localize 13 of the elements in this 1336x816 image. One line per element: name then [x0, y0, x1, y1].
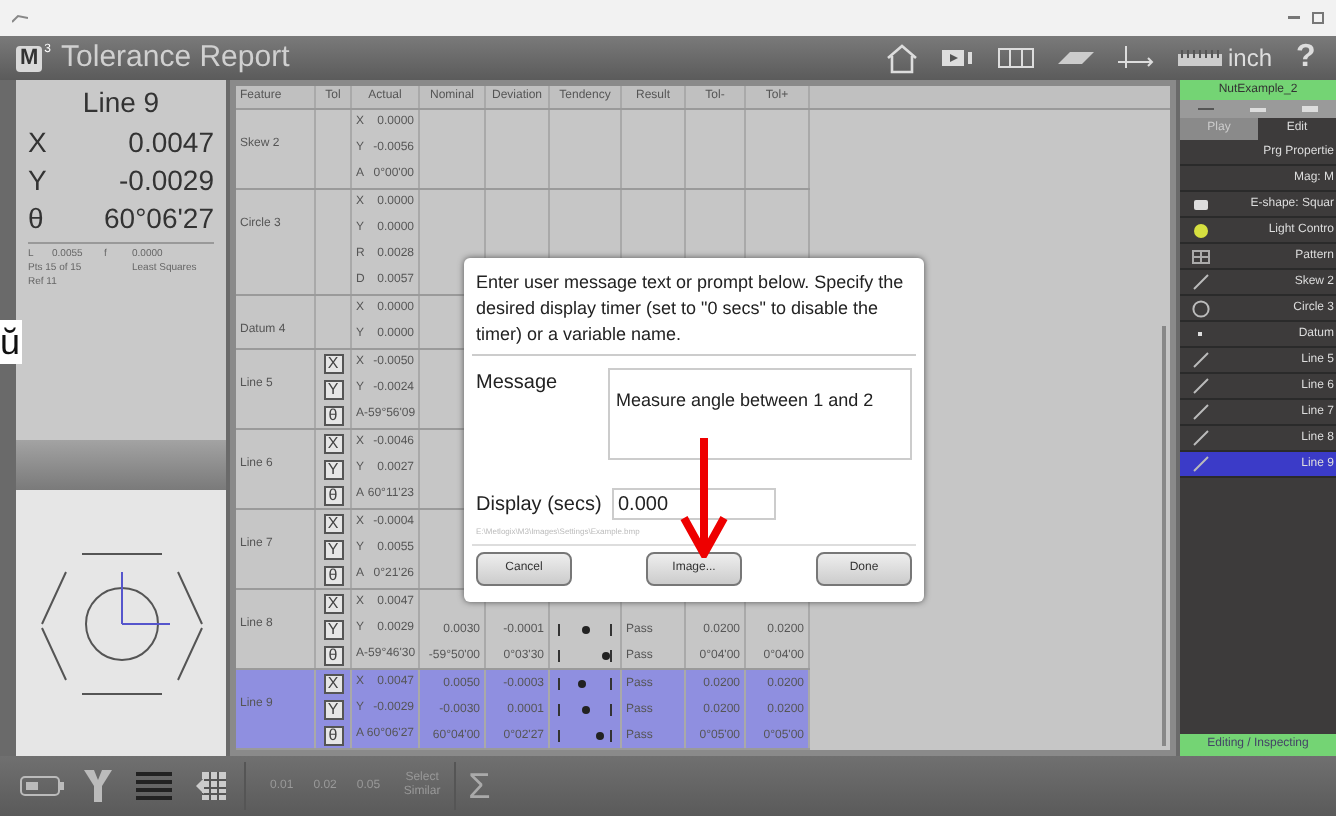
window-title: Tolerance Report [61, 37, 290, 78]
logo: M [16, 45, 43, 71]
axis-label: X [28, 124, 47, 162]
display-label: Display (secs) [476, 491, 604, 519]
readout-value: 60°06'27 [104, 200, 214, 238]
message-label: Message [476, 370, 560, 398]
dialog-prompt: Enter user message text or prompt below. Specify the desired display timer (set to "0 secs" to disable the timer) or a variable name. [472, 270, 916, 356]
axis-label: θ [28, 200, 44, 238]
readout-title: Line 9 [80, 84, 162, 122]
readout-value: -0.0029 [119, 162, 214, 200]
edge-glyph: ŭ [0, 320, 23, 364]
readout-value: 0.0047 [128, 124, 214, 162]
axis-label: Y [28, 162, 47, 200]
